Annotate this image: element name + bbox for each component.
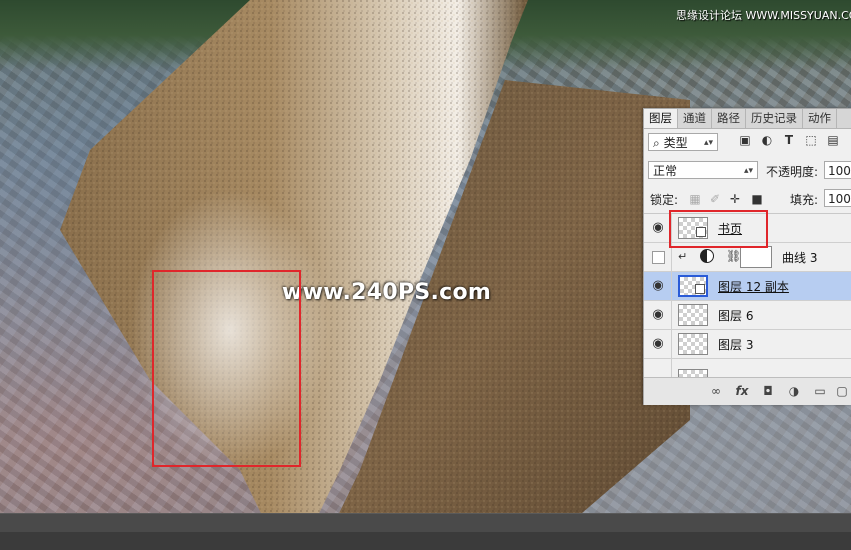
tab-actions[interactable]: 动作 [803, 109, 837, 128]
opacity-label: 不透明度: [766, 165, 819, 179]
layer-mask-thumbnail[interactable] [740, 246, 772, 268]
layer-thumbnail [678, 333, 708, 355]
tab-history[interactable]: 历史记录 [746, 109, 803, 128]
tab-paths[interactable]: 路径 [712, 109, 746, 128]
shape-filter-icon[interactable]: ⬚ [804, 133, 818, 147]
clip-arrow-icon: ↵ [678, 250, 688, 263]
blend-mode-value: 正常 [653, 164, 678, 178]
search-icon: ⌕ [653, 136, 660, 150]
layer-filter-select[interactable]: ⌕ 类型 ▴▾ [648, 133, 718, 151]
divider [671, 359, 672, 379]
fx-icon[interactable]: fx [734, 383, 750, 399]
site-watermark-top: 思缘设计论坛 WWW.MISSYUAN.COM [676, 9, 851, 22]
canvas-bottom-bar [0, 513, 851, 532]
lock-label: 锁定: [650, 193, 679, 207]
tab-layers[interactable]: 图层 [644, 109, 678, 128]
lock-position-icon[interactable]: ✛ [728, 192, 742, 206]
curves-adjustment-icon [700, 249, 714, 263]
layer-thumbnail [678, 275, 708, 297]
tab-channels[interactable]: 通道 [678, 109, 712, 128]
link-icon[interactable]: ∞ [708, 383, 724, 399]
layers-bottom-toolbar: ∞ fx ◘ ◑ ▭ ▢ [644, 377, 851, 405]
smart-object-filter-icon[interactable]: ▤ [826, 133, 840, 147]
lock-row: 锁定: ▦ ✐ ✛ ■ 填充: 100% [644, 189, 851, 209]
layer-row-12-copy[interactable]: ◉ 图层 12 副本 [644, 272, 851, 301]
lock-all-icon[interactable]: ■ [750, 192, 764, 206]
layer-row-partial[interactable] [644, 359, 851, 379]
type-filter-icon[interactable]: T [782, 133, 796, 147]
eye-icon[interactable]: ◉ [650, 336, 666, 352]
layer-name[interactable]: 图层 12 副本 [718, 278, 789, 295]
layer-thumbnail [678, 304, 708, 326]
layer-name[interactable]: 曲线 3 [782, 249, 817, 266]
new-adjustment-icon[interactable]: ◑ [786, 383, 802, 399]
layer-row-3[interactable]: ◉ 图层 3 [644, 330, 851, 359]
new-group-icon[interactable]: ▭ [812, 383, 828, 399]
divider [671, 330, 672, 359]
opacity-input[interactable]: 100% [824, 161, 851, 179]
layer-name[interactable]: 图层 6 [718, 307, 753, 324]
chevron-updown-icon: ▴▾ [703, 138, 713, 148]
highlight-box-canvas [152, 270, 301, 467]
fill-input[interactable]: 100% [824, 189, 851, 207]
new-layer-icon[interactable]: ▢ [834, 383, 850, 399]
divider [671, 272, 672, 301]
panel-tabs: 图层 通道 路径 历史记录 动作 [644, 109, 851, 129]
fill-label: 填充: [790, 193, 819, 207]
layers-panel: 图层 通道 路径 历史记录 动作 ⌕ 类型 ▴▾ ▣ ◐ T ⬚ ▤ 正常 ▴▾… [643, 108, 851, 405]
layer-name[interactable]: 图层 3 [718, 336, 753, 353]
site-watermark: www.240PS.com [282, 280, 492, 305]
add-mask-icon[interactable]: ◘ [760, 383, 776, 399]
chevron-updown-icon: ▴▾ [743, 166, 753, 176]
filter-kind-value: 类型 [663, 136, 688, 150]
layer-row-6[interactable]: ◉ 图层 6 [644, 301, 851, 330]
divider [671, 301, 672, 330]
lock-transparent-icon[interactable]: ▦ [688, 192, 702, 206]
blend-row: 正常 ▴▾ 不透明度: 100% [644, 161, 851, 181]
filter-row: ⌕ 类型 ▴▾ ▣ ◐ T ⬚ ▤ [644, 133, 851, 153]
highlight-box-layer [669, 210, 768, 248]
eye-icon[interactable]: ◉ [650, 220, 666, 236]
image-filter-icon[interactable]: ▣ [738, 133, 752, 147]
visibility-off-box[interactable] [652, 251, 665, 264]
blend-mode-select[interactable]: 正常 ▴▾ [648, 161, 758, 179]
chain-link-icon[interactable]: ⛓ [726, 249, 741, 263]
smart-object-badge-icon [695, 284, 705, 294]
eye-icon[interactable]: ◉ [650, 278, 666, 294]
lock-image-icon[interactable]: ✐ [708, 192, 722, 206]
eye-icon[interactable]: ◉ [650, 307, 666, 323]
adjustment-filter-icon[interactable]: ◐ [760, 133, 774, 147]
